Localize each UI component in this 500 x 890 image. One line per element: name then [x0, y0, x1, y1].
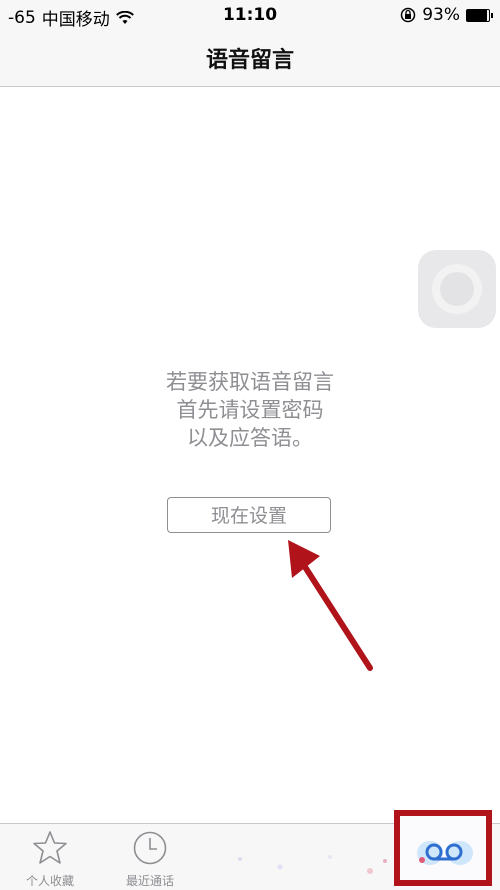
- tab-recents-label: 最近通话: [125, 874, 174, 888]
- blurred-tab-artifact: [238, 855, 387, 874]
- battery-icon: [466, 8, 493, 22]
- assistive-touch-button[interactable]: [418, 250, 496, 328]
- tab-favorites-label: 个人收藏: [25, 874, 74, 888]
- tab-favorites[interactable]: 个人收藏: [0, 824, 100, 890]
- status-bar: -65 中国移动 11:10 93%: [0, 0, 500, 30]
- assistive-touch-ring-inner: [440, 272, 474, 306]
- page-title: 语音留言: [205, 48, 294, 73]
- setup-now-button[interactable]: 现在设置: [167, 497, 331, 533]
- star-icon: [33, 831, 67, 864]
- voicemail-setup-message: 若要获取语音留言 首先请设置密码 以及应答语。: [0, 368, 500, 452]
- message-line-2: 首先请设置密码: [176, 398, 324, 422]
- tab-recents[interactable]: 最近通话: [100, 824, 200, 890]
- clock-icon: [133, 831, 167, 865]
- voicemail-icon: [417, 841, 473, 865]
- orientation-lock-icon: [400, 7, 416, 23]
- message-line-3: 以及应答语。: [187, 426, 313, 450]
- message-line-1: 若要获取语音留言: [166, 370, 334, 394]
- tab-voicemail[interactable]: [394, 810, 492, 886]
- battery-fill: [467, 9, 488, 21]
- status-right: 93%: [400, 5, 493, 25]
- navigation-bar: 语音留言: [0, 30, 500, 87]
- battery-percent: 93%: [422, 5, 460, 25]
